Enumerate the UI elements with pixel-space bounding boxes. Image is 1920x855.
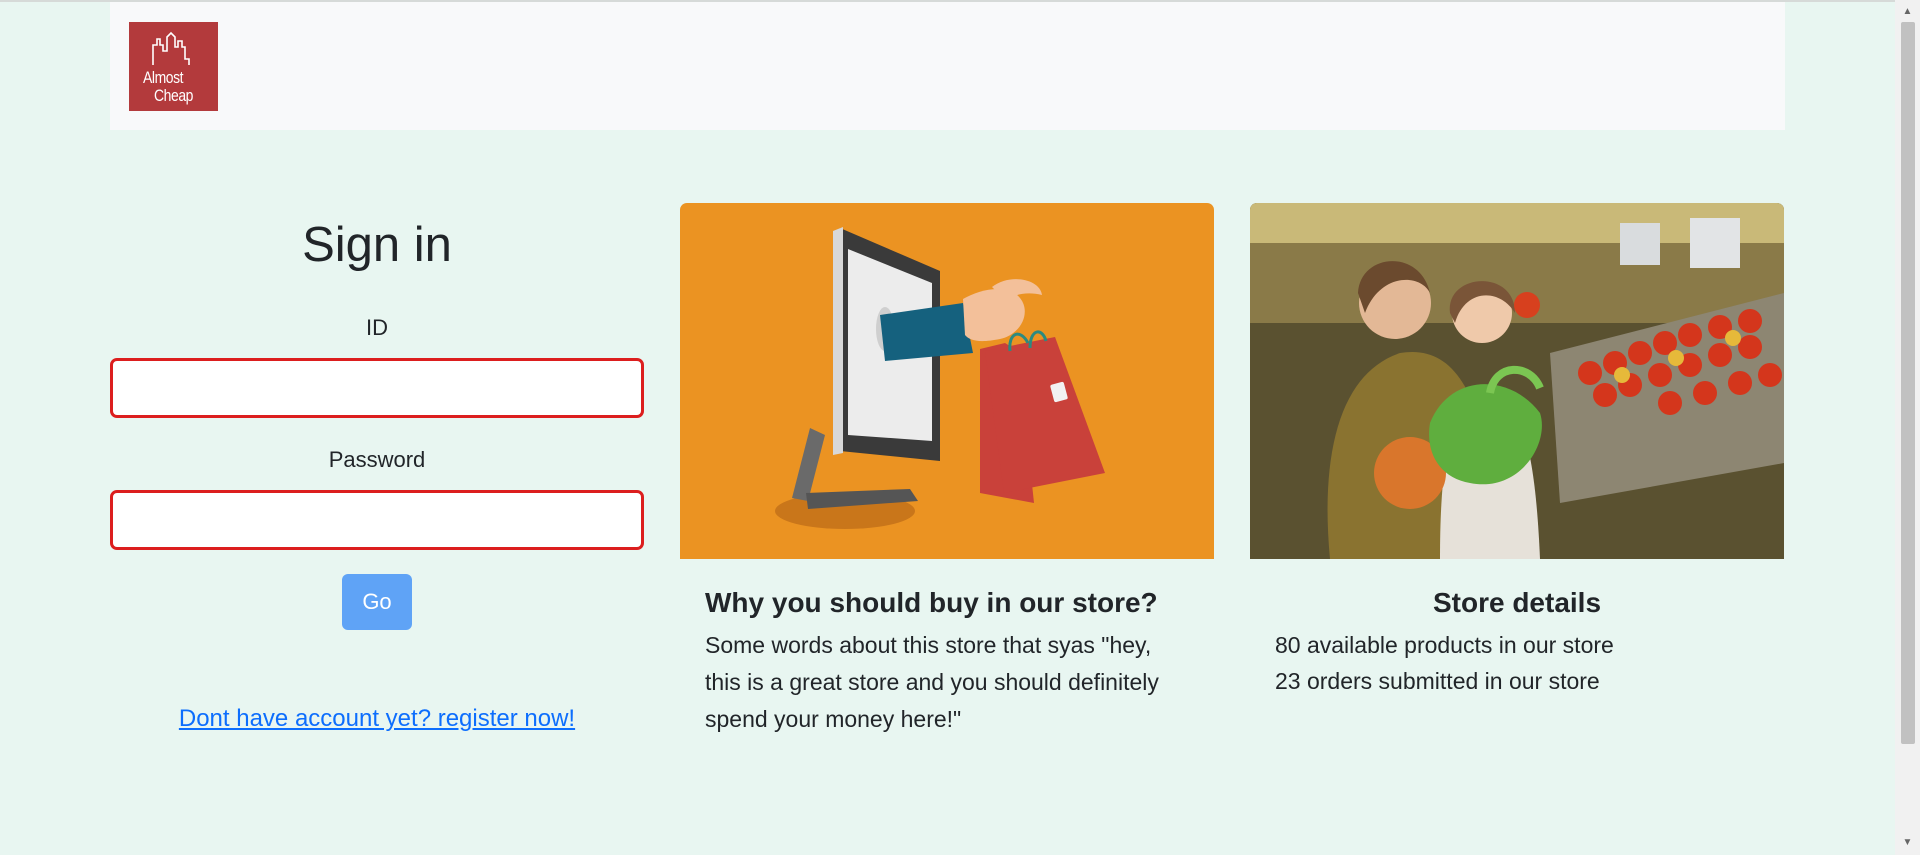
brand-line2: Cheap <box>154 86 194 105</box>
navbar: Almost Cheap <box>110 2 1785 130</box>
signin-title: Sign in <box>302 218 452 272</box>
scrollbar-thumb[interactable] <box>1901 22 1915 744</box>
id-label: ID <box>366 315 388 340</box>
store-details-card: Store details 80 available products in o… <box>1250 203 1784 699</box>
scroll-up-arrow-icon[interactable]: ▲ <box>1895 2 1920 22</box>
orders-submitted-stat: 23 orders submitted in our store <box>1275 668 1600 694</box>
scroll-down-arrow-icon[interactable]: ▼ <box>1895 833 1920 853</box>
password-input[interactable] <box>110 490 644 550</box>
online-shopping-illustration <box>680 203 1214 559</box>
why-buy-title: Why you should buy in our store? <box>705 587 1158 618</box>
store-details-title: Store details <box>1432 587 1602 618</box>
content-row: Sign in ID Password Go Dont have account… <box>110 203 1785 763</box>
available-products-stat: 80 available products in our store <box>1275 632 1614 658</box>
page-container: Almost Cheap Sign in ID Password Go Dont… <box>110 2 1785 732</box>
why-buy-text: Some words about this store that syas "h… <box>705 632 1159 732</box>
brand-line1: Almost <box>143 68 184 87</box>
city-skyline-icon <box>152 31 190 65</box>
grocery-family-photo <box>1250 203 1784 559</box>
register-link[interactable]: Dont have account yet? register now! <box>110 705 644 733</box>
vertical-scrollbar[interactable]: ▲ ▼ <box>1895 0 1920 855</box>
why-buy-card: Why you should buy in our store? Some wo… <box>680 203 1214 738</box>
id-input[interactable] <box>110 358 644 418</box>
store-stats: 80 available products in our store 23 or… <box>1250 627 1784 699</box>
brand-logo[interactable]: Almost Cheap <box>129 22 218 111</box>
password-label: Password <box>328 447 426 472</box>
go-button[interactable]: Go <box>342 574 412 630</box>
